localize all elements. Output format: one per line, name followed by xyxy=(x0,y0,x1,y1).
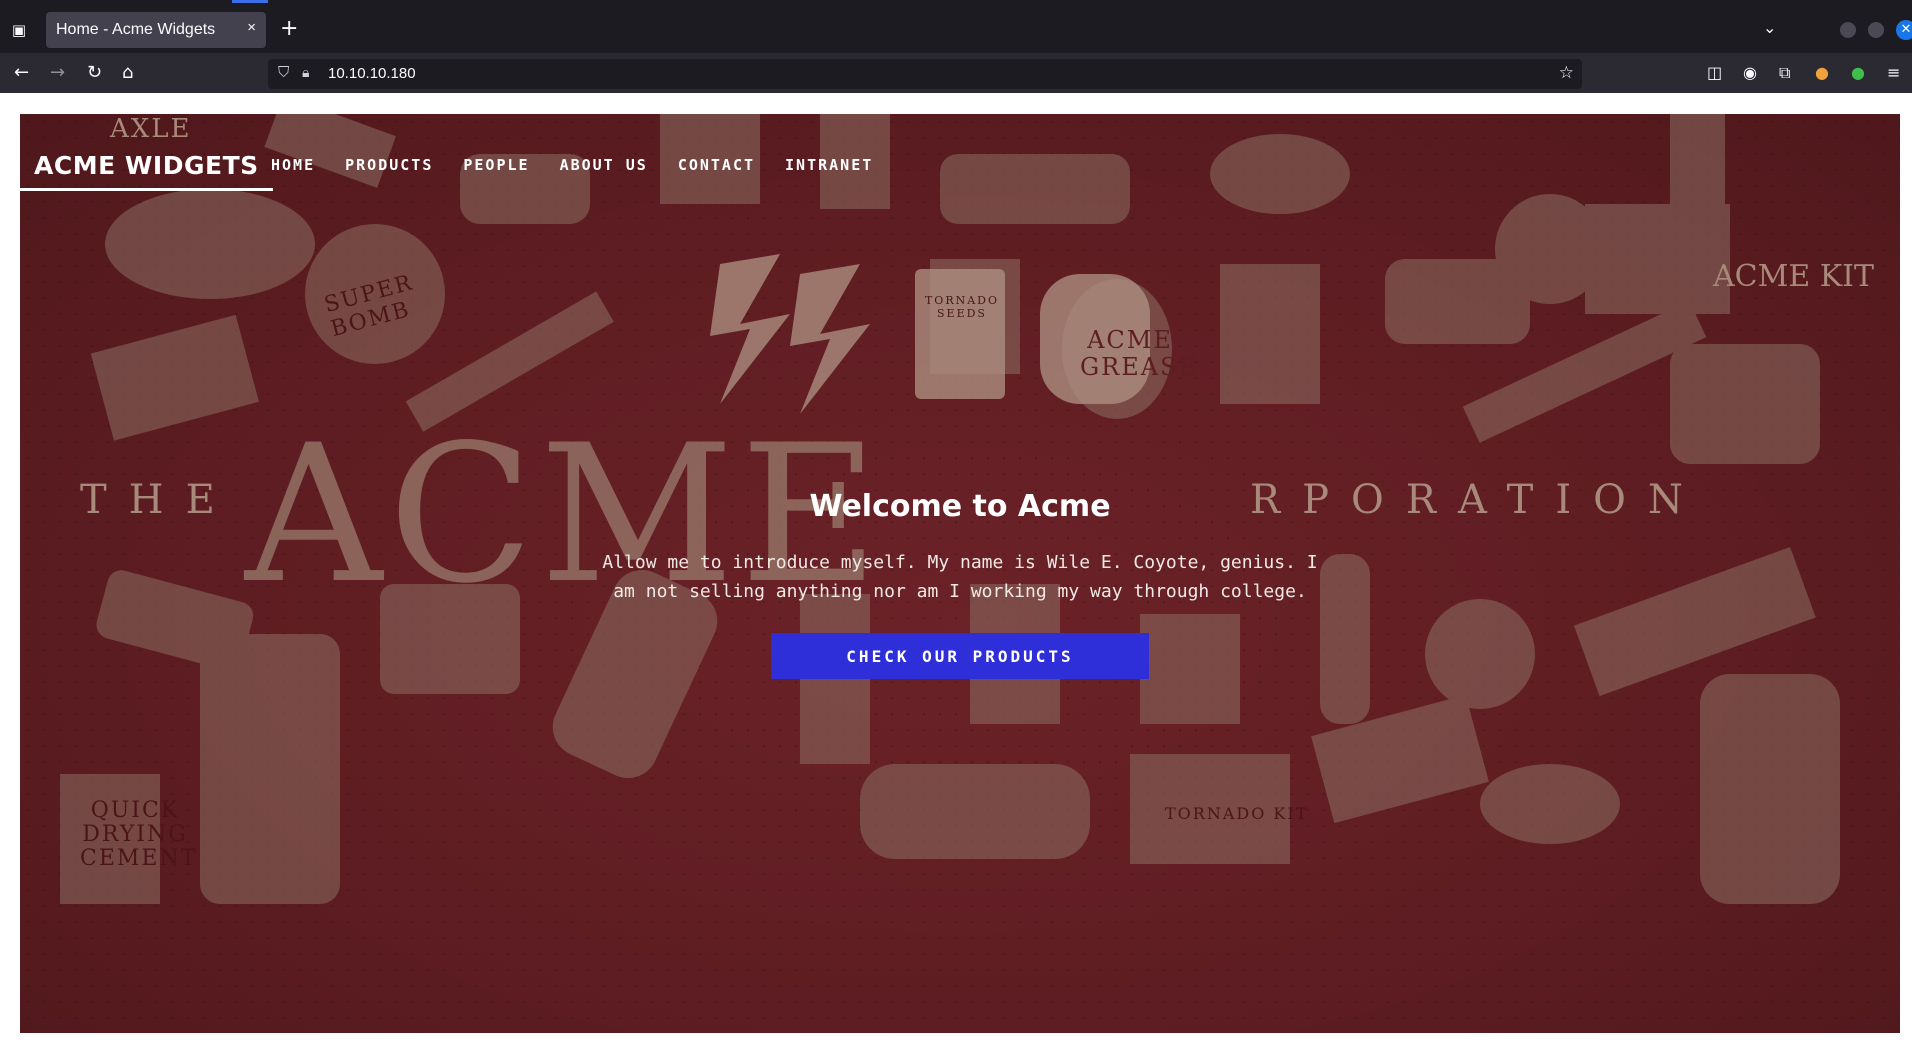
hero-text: Allow me to introduce myself. My name is… xyxy=(602,552,1318,602)
poster-cement-line2: DRYING xyxy=(82,822,188,847)
nav-about-us[interactable]: ABOUT US xyxy=(560,154,648,176)
nav-products[interactable]: PRODUCTS xyxy=(345,154,433,176)
menu-icon[interactable]: ≡ xyxy=(1887,63,1900,83)
reload-icon[interactable]: ↻ xyxy=(87,63,102,83)
poster-tornado-kit-text: TORNADO KIT xyxy=(1165,804,1309,823)
new-tab-button[interactable]: + xyxy=(280,17,298,41)
chevron-down-icon[interactable]: ⌄ xyxy=(1763,18,1776,37)
browser-nav-bar: ← → ↻ ⌂ ⛉ 🔒︎ 10.10.10.180 ☆ ◫ ◉ ⧉ ● ● ≡ xyxy=(0,53,1912,93)
forward-icon[interactable]: → xyxy=(50,63,65,83)
nav-contact[interactable]: CONTACT xyxy=(678,154,755,176)
account-icon[interactable]: ◉ xyxy=(1743,63,1757,83)
browser-tab-bar: ▣ Home - Acme Widgets × + ⌄ ✕ xyxy=(0,7,1912,53)
poster-grease-label: ACME GREASE xyxy=(1080,326,1199,381)
os-top-strip xyxy=(0,0,1912,7)
extension-orange-icon[interactable]: ● xyxy=(1815,63,1829,83)
tab-close-icon[interactable]: × xyxy=(247,19,256,36)
os-indicator xyxy=(232,0,268,3)
url-text[interactable]: 10.10.10.180 xyxy=(328,65,416,82)
close-window-button[interactable]: ✕ xyxy=(1896,20,1912,40)
tab-title: Home - Acme Widgets xyxy=(56,21,216,38)
poster-cement-label: QUICK DRYING CEMENT xyxy=(80,798,198,871)
bookmark-star-icon[interactable]: ☆ xyxy=(1559,63,1574,83)
site-brand-link[interactable]: ACME WIDGETS xyxy=(20,148,273,191)
poster-grease-line2: GREASE xyxy=(1080,353,1199,381)
poster-grease-line1: ACME xyxy=(1087,326,1173,354)
tab-list-icon[interactable]: ▣ xyxy=(10,21,28,39)
poster-acme-kit-text: ACME KIT xyxy=(1713,259,1875,294)
minimize-button[interactable] xyxy=(1840,22,1856,38)
poster-tornado-seeds-text: TORNADO SEEDS xyxy=(924,294,1000,320)
shield-icon[interactable]: ⛉ xyxy=(278,64,289,81)
browser-tab[interactable]: Home - Acme Widgets × xyxy=(46,12,266,48)
pocket-icon[interactable]: ◫ xyxy=(1707,63,1722,83)
nav-intranet[interactable]: INTRANET xyxy=(785,154,873,176)
check-products-button[interactable]: CHECK OUR PRODUCTS xyxy=(771,633,1149,679)
poster-cement-line1: QUICK xyxy=(90,798,180,823)
nav-people[interactable]: PEOPLE xyxy=(463,154,529,176)
back-icon[interactable]: ← xyxy=(14,63,29,83)
poster-axle-text: AXLE xyxy=(110,114,192,144)
extensions-icon[interactable]: ⧉ xyxy=(1779,63,1790,83)
hero-title: Welcome to Acme xyxy=(809,489,1111,524)
extension-green-icon[interactable]: ● xyxy=(1851,63,1865,83)
hero-section: THE ACME RPORATION AXLE ACME GREASE ACME… xyxy=(20,114,1900,1033)
site-nav: HOME PRODUCTS PEOPLE ABOUT US CONTACT IN… xyxy=(271,154,903,176)
address-bar[interactable]: ⛉ 🔒︎ 10.10.10.180 ☆ xyxy=(268,59,1582,89)
home-icon[interactable]: ⌂ xyxy=(122,63,133,83)
poster-cement-line3: CEMENT xyxy=(80,846,198,871)
lock-icon[interactable]: 🔒︎ xyxy=(302,64,309,81)
page-viewport: THE ACME RPORATION AXLE ACME GREASE ACME… xyxy=(0,93,1912,1043)
maximize-button[interactable] xyxy=(1868,22,1884,38)
nav-home[interactable]: HOME xyxy=(271,154,315,176)
